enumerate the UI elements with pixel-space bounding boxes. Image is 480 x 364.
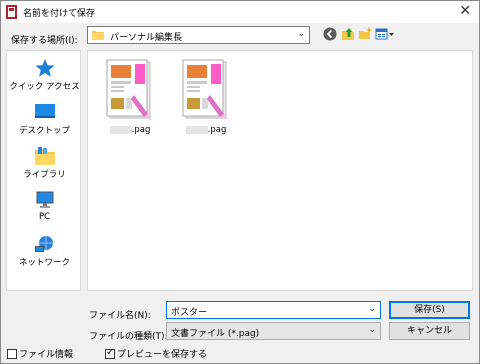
save-preview-checkbox[interactable]: ✓ プレビューを保存する [105, 347, 207, 360]
save-location-value: パーソナル編集長 [110, 33, 183, 43]
places-bar: クイック アクセス デスクトップ ライブラリ PC ネットワーク [6, 50, 81, 291]
place-label: ネットワーク [18, 258, 70, 268]
checkbox-box[interactable] [7, 348, 17, 359]
place-pc[interactable]: PC [7, 191, 82, 222]
save-preview-label: プレビューを保存する [117, 350, 208, 360]
filetype-label: ファイルの種類(T): [89, 332, 168, 342]
place-label: デスクトップ [18, 126, 70, 136]
place-quick-access[interactable]: クイック アクセス [7, 59, 82, 92]
file-name: .pag [176, 125, 236, 135]
filename-label: ファイル名(N): [89, 311, 151, 321]
file-item[interactable]: .pag [176, 59, 236, 135]
view-menu-icon[interactable] [375, 27, 395, 41]
place-network[interactable]: ネットワーク [7, 235, 82, 268]
checkbox-box[interactable]: ✓ [105, 346, 115, 359]
chevron-down-icon[interactable]: ⌄ [368, 304, 376, 314]
desktop-icon [34, 104, 55, 118]
pag-file-icon [182, 59, 228, 120]
library-icon [34, 147, 55, 165]
pag-file-icon [106, 59, 152, 120]
pc-icon [36, 191, 53, 208]
file-list: .pag .pag [87, 50, 473, 291]
filetype-value: 文書ファイル (*.pag) [171, 329, 260, 339]
save-location-dropdown[interactable]: パーソナル編集長 ⌄ [87, 26, 310, 44]
file-item[interactable]: .pag [100, 59, 160, 135]
window-title: 名前を付けて保存 [23, 9, 96, 19]
filename-input[interactable]: ポスター ⌄ [166, 301, 381, 319]
new-folder-icon[interactable] [358, 27, 372, 41]
place-label: ライブラリ [23, 170, 66, 180]
place-label: PC [38, 212, 51, 222]
redacted-name [185, 125, 208, 134]
close-icon[interactable]: ✕ [459, 3, 471, 19]
place-label: クイック アクセス [9, 82, 80, 92]
file-info-label: ファイル情報 [19, 350, 74, 360]
filetype-select[interactable]: 文書ファイル (*.pag) ⌄ [166, 322, 381, 340]
folder-icon [92, 31, 104, 40]
up-folder-icon[interactable] [341, 27, 355, 41]
redacted-name [109, 125, 132, 134]
chevron-down-icon: ⌄ [368, 325, 376, 335]
file-info-checkbox[interactable]: ファイル情報 [7, 347, 73, 360]
title-bar: 名前を付けて保存 ✕ [1, 1, 479, 23]
place-library[interactable]: ライブラリ [7, 147, 82, 180]
chevron-down-icon: ⌄ [297, 29, 305, 39]
cancel-button[interactable]: キャンセル [389, 322, 470, 340]
place-desktop[interactable]: デスクトップ [7, 103, 82, 136]
save-location-label: 保存する場所(I): [11, 36, 78, 46]
checkmark-icon: ✓ [106, 346, 115, 358]
file-name: .pag [100, 125, 160, 135]
back-arrow-icon[interactable] [323, 27, 337, 41]
app-icon [6, 5, 17, 19]
star-icon [35, 59, 54, 77]
save-dialog: 名前を付けて保存 ✕ 保存する場所(I): パーソナル編集長 ⌄ クイック アク… [0, 0, 480, 364]
save-button[interactable]: 保存(S) [389, 301, 470, 319]
network-icon [34, 236, 53, 252]
filename-value: ポスター [171, 308, 208, 318]
